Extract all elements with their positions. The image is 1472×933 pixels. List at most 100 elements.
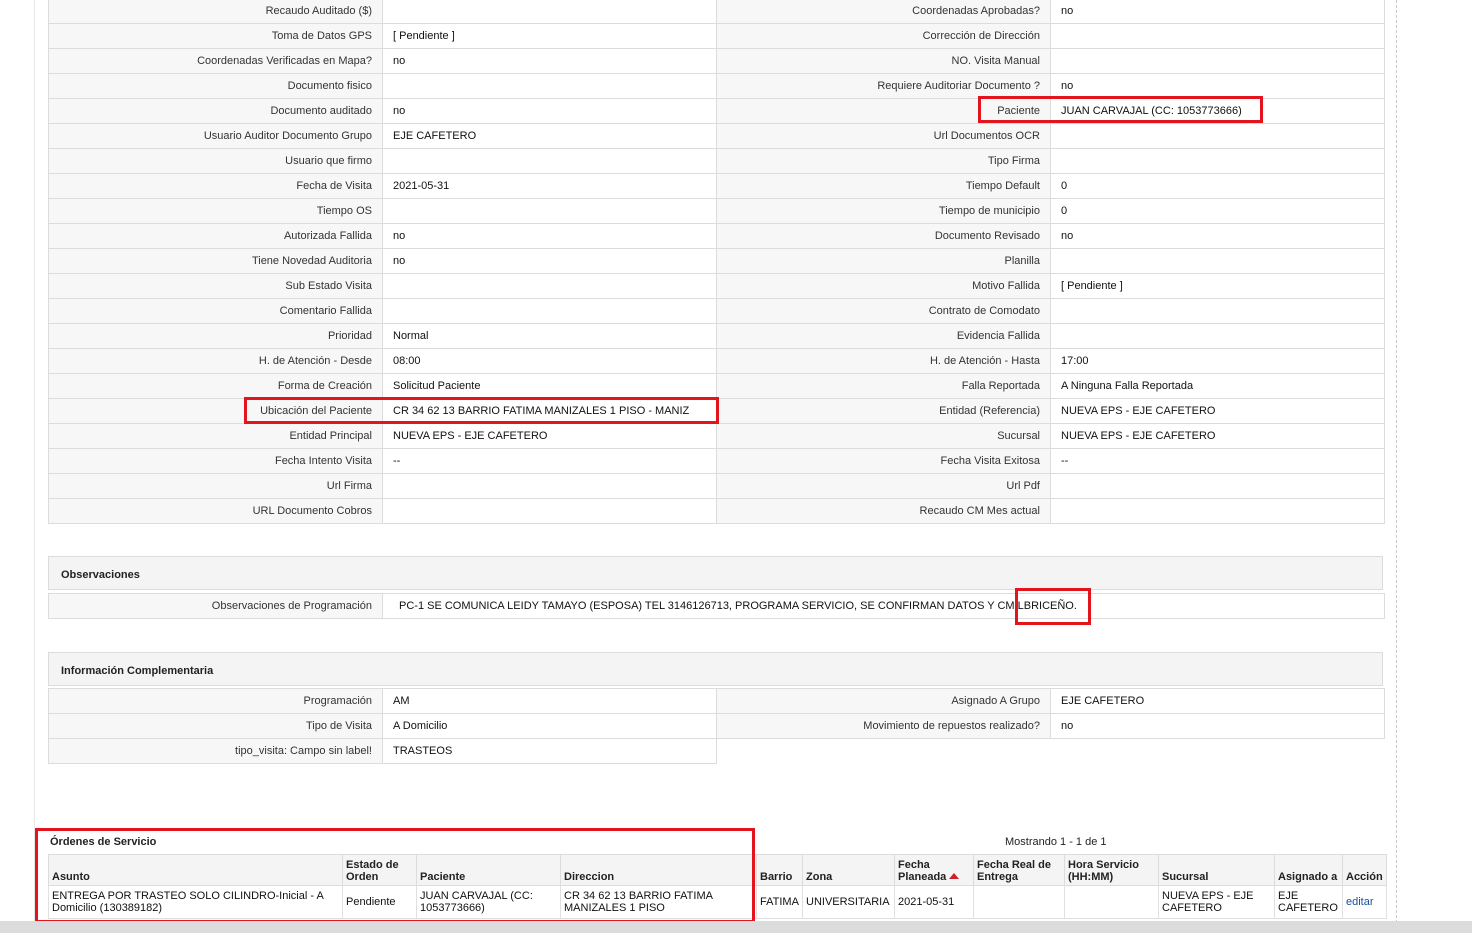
field-label: Prioridad xyxy=(48,323,383,349)
field-value xyxy=(382,498,717,524)
col-estado-orden[interactable]: Estado de Orden xyxy=(342,854,417,886)
field-label: Recaudo CM Mes actual xyxy=(716,498,1051,524)
cell-direccion: CR 34 62 13 BARRIO FATIMA MANIZALES 1 PI… xyxy=(560,885,757,919)
editar-link[interactable]: editar xyxy=(1346,896,1374,908)
col-asunto[interactable]: Asunto xyxy=(48,854,343,886)
field-value: 2021-05-31 xyxy=(382,173,717,199)
field-value xyxy=(382,273,717,299)
field-label: Ubicación del Paciente xyxy=(48,398,383,424)
field-label: Forma de Creación xyxy=(48,373,383,399)
col-fecha-real[interactable]: Fecha Real de Entrega xyxy=(973,854,1065,886)
field-label: Fecha de Visita xyxy=(48,173,383,199)
field-value: NUEVA EPS - EJE CAFETERO xyxy=(1050,398,1385,424)
field-label: Usuario Auditor Documento Grupo xyxy=(48,123,383,149)
col-asignado[interactable]: Asignado a xyxy=(1274,854,1343,886)
field-value: no xyxy=(1050,73,1385,99)
field-label: Tiempo Default xyxy=(716,173,1051,199)
field-value: Normal xyxy=(382,323,717,349)
col-zona[interactable]: Zona xyxy=(802,854,895,886)
col-hora-servicio[interactable]: Hora Servicio (HH:MM) xyxy=(1064,854,1159,886)
field-value xyxy=(1050,473,1385,499)
field-label: Motivo Fallida xyxy=(716,273,1051,299)
col-direccion[interactable]: Direccion xyxy=(560,854,757,886)
col-barrio[interactable]: Barrio xyxy=(756,854,803,886)
field-value: no xyxy=(382,98,717,124)
field-value: no xyxy=(1050,0,1385,24)
field-label: Planilla xyxy=(716,248,1051,274)
field-label: Url Firma xyxy=(48,473,383,499)
detail-row: Entidad Principal NUEVA EPS - EJE CAFETER… xyxy=(48,423,1385,449)
field-value xyxy=(1050,48,1385,74)
col-paciente[interactable]: Paciente xyxy=(416,854,561,886)
field-value: no xyxy=(382,223,717,249)
detail-row: Autorizada Fallida no Documento Revisado no xyxy=(48,223,1385,249)
detail-row: Fecha de Visita 2021-05-31 Tiempo Default 0 xyxy=(48,173,1385,199)
field-label: H. de Atención - Desde xyxy=(48,348,383,374)
field-label: Recaudo Auditado ($) xyxy=(48,0,383,24)
field-label: Tipo Firma xyxy=(716,148,1051,174)
field-value: -- xyxy=(1050,448,1385,474)
cell-hora xyxy=(1064,885,1159,919)
field-label: Entidad (Referencia) xyxy=(716,398,1051,424)
info-row: tipo_visita: Campo sin label! TRASTEOS xyxy=(48,738,1385,764)
observaciones-row: Observaciones de Programación PC-1 SE CO… xyxy=(48,593,1385,619)
detail-row: H. de Atención - Desde 08:00 H. de Atenció… xyxy=(48,348,1385,374)
detail-row: Usuario Auditor Documento Grupo EJE CAFET… xyxy=(48,123,1385,149)
field-label: Autorizada Fallida xyxy=(48,223,383,249)
field-value: AM xyxy=(382,688,717,714)
cell-zona: UNIVERSITARIA xyxy=(802,885,895,919)
field-value: CR 34 62 13 BARRIO FATIMA MANIZALES 1 PI… xyxy=(382,398,717,424)
cell-estado: Pendiente xyxy=(342,885,417,919)
cell-sucursal: NUEVA EPS - EJE CAFETERO xyxy=(1158,885,1275,919)
field-value: NUEVA EPS - EJE CAFETERO xyxy=(382,423,717,449)
field-value: Solicitud Paciente xyxy=(382,373,717,399)
field-value: no xyxy=(382,248,717,274)
field-value: JUAN CARVAJAL (CC: 1053773666) xyxy=(1050,98,1385,124)
col-sucursal[interactable]: Sucursal xyxy=(1158,854,1275,886)
observaciones-section: Observaciones xyxy=(48,556,1383,590)
field-label: Tiempo de municipio xyxy=(716,198,1051,224)
field-label: Sub Estado Visita xyxy=(48,273,383,299)
field-value: 0 xyxy=(1050,173,1385,199)
field-label: Comentario Fallida xyxy=(48,298,383,324)
info-row: Programación AM Asignado A Grupo EJE CAFETE… xyxy=(48,688,1385,714)
field-value xyxy=(382,198,717,224)
field-value: 0 xyxy=(1050,198,1385,224)
info-complementaria-title: Información Complementaria xyxy=(48,652,1383,686)
detail-row: Tiempo OS Tiempo de municipio 0 xyxy=(48,198,1385,224)
detail-row: Sub Estado Visita Motivo Fallida[ Pendien… xyxy=(48,273,1385,299)
cell-fecha-planeada: 2021-05-31 xyxy=(894,885,974,919)
field-value xyxy=(1050,298,1385,324)
field-value xyxy=(1050,248,1385,274)
detail-row: Toma de Datos GPS[ Pendiente ] Corrección… xyxy=(48,23,1385,49)
detail-row: Forma de Creación Solicitud Paciente Falla… xyxy=(48,373,1385,399)
field-label: URL Documento Cobros xyxy=(48,498,383,524)
field-value: A Ninguna Falla Reportada xyxy=(1050,373,1385,399)
field-label: H. de Atención - Hasta xyxy=(716,348,1051,374)
field-value xyxy=(382,73,717,99)
orders-title: Órdenes de Servicio xyxy=(50,836,157,848)
field-value: EJE CAFETERO xyxy=(1050,688,1385,714)
field-label: Asignado A Grupo xyxy=(716,688,1051,714)
field-label: Documento auditado xyxy=(48,98,383,124)
field-value xyxy=(1050,148,1385,174)
detail-row: Documento fisico Requiere Auditoriar Docu… xyxy=(48,73,1385,99)
field-value: 08:00 xyxy=(382,348,717,374)
detail-row: Fecha Intento Visita -- Fecha Visita Exito… xyxy=(48,448,1385,474)
field-label: Tiene Novedad Auditoria xyxy=(48,248,383,274)
field-label: Paciente xyxy=(716,98,1051,124)
field-label: Evidencia Fallida xyxy=(716,323,1051,349)
field-label: NO. Visita Manual xyxy=(716,48,1051,74)
horizontal-scrollbar[interactable] xyxy=(0,921,1472,933)
field-label: Usuario que firmo xyxy=(48,148,383,174)
page-right-border xyxy=(1396,0,1397,933)
col-fecha-planeada[interactable]: Fecha Planeada xyxy=(894,854,974,886)
field-label: Coordenadas Aprobadas? xyxy=(716,0,1051,24)
detail-row: Url Firma Url Pdf xyxy=(48,473,1385,499)
field-label: tipo_visita: Campo sin label! xyxy=(48,738,383,764)
cell-asignado: EJE CAFETERO xyxy=(1274,885,1343,919)
field-value xyxy=(382,298,717,324)
field-value: no xyxy=(1050,223,1385,249)
orders-table: Asunto Estado de Orden Paciente Direccio… xyxy=(48,854,1387,919)
detail-row: Documento auditado no Paciente JUAN CARVAJA… xyxy=(48,98,1385,124)
